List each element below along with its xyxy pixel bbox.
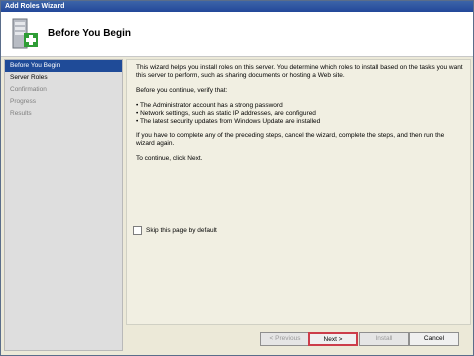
- skip-page-checkbox[interactable]: [133, 226, 142, 235]
- sidebar-item-progress: Progress: [10, 98, 37, 105]
- window-title: Add Roles Wizard: [1, 1, 473, 12]
- verify-label: Before you continue, verify that:: [136, 87, 228, 94]
- continue-text: To continue, click Next.: [136, 155, 203, 162]
- intro-text: This wizard helps you install roles on t…: [136, 64, 463, 79]
- button-bar: < Previous Next > Install Cancel: [126, 330, 471, 350]
- skip-page-label[interactable]: Skip this page by default: [146, 227, 217, 234]
- complete-text: If you have to complete any of the prece…: [136, 132, 445, 147]
- bullet-item: • The Administrator account has a strong…: [136, 102, 283, 109]
- sidebar-item-confirmation: Confirmation: [10, 86, 47, 93]
- bullet-item: • The latest security updates from Windo…: [136, 118, 321, 125]
- cancel-button[interactable]: Cancel: [409, 332, 459, 346]
- sidebar-item-before-you-begin[interactable]: Before You Begin: [5, 60, 122, 72]
- wizard-steps-sidebar: Before You Begin Server Roles Confirmati…: [4, 59, 123, 351]
- previous-button[interactable]: < Previous: [260, 332, 310, 346]
- header-banner: Before You Begin: [1, 12, 473, 57]
- server-add-icon: [7, 18, 39, 52]
- install-button[interactable]: Install: [359, 332, 409, 346]
- bullet-item: • Network settings, such as static IP ad…: [136, 110, 316, 117]
- sidebar-item-results: Results: [10, 110, 32, 117]
- skip-page-option[interactable]: Skip this page by default: [133, 226, 217, 235]
- wizard-window: Add Roles Wizard Before You Begin Before…: [0, 0, 474, 356]
- page-title: Before You Begin: [48, 28, 131, 39]
- content-panel: This wizard helps you install roles on t…: [126, 59, 471, 325]
- sidebar-item-server-roles[interactable]: Server Roles: [5, 72, 122, 84]
- bullet-list: • The Administrator account has a strong…: [136, 102, 464, 126]
- next-button[interactable]: Next >: [308, 332, 358, 346]
